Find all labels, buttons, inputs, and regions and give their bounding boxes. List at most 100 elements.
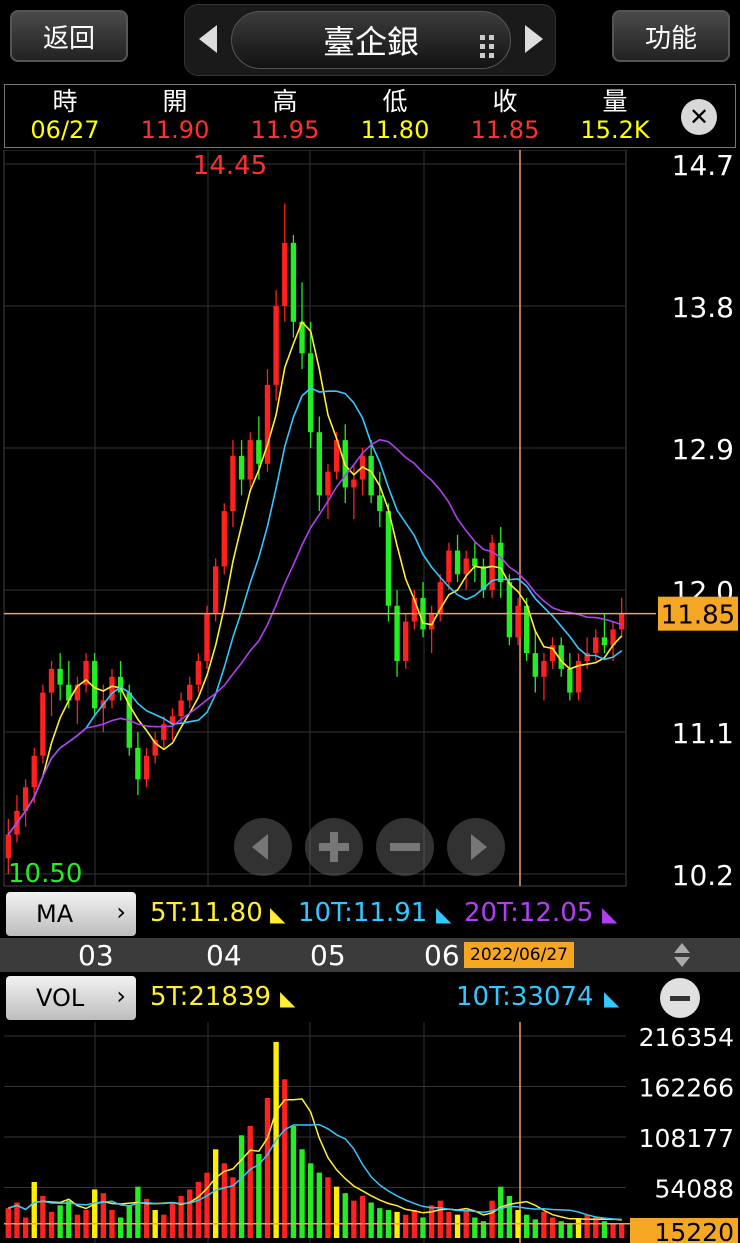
quote-label: 收	[492, 87, 518, 116]
candlestick	[143, 747, 150, 788]
quote-value: 11.80	[360, 116, 430, 144]
volume-bar	[135, 1186, 141, 1238]
collapse-volume-icon[interactable]	[660, 978, 700, 1018]
candlestick	[161, 716, 167, 748]
volume-bar	[532, 1219, 538, 1238]
candlestick	[549, 637, 556, 669]
next-stock-icon[interactable]	[525, 25, 543, 53]
candlestick	[57, 653, 63, 701]
quote-value: 11.95	[250, 116, 320, 144]
function-button[interactable]: 功能	[612, 10, 730, 62]
candlestick	[92, 653, 98, 717]
zoom-in-button[interactable]	[305, 818, 363, 876]
candlestick	[195, 653, 202, 693]
volume-bar	[619, 1223, 625, 1238]
min-price-label: 10.50	[8, 859, 82, 889]
volume-bar	[333, 1186, 340, 1238]
candlestick	[221, 503, 227, 575]
stock-title[interactable]: 臺企銀	[231, 11, 511, 69]
volume-bar	[316, 1172, 322, 1238]
ma-indicator-button[interactable]: MA ›	[6, 892, 136, 936]
ma-button-label: MA	[36, 900, 74, 928]
volume-bar	[195, 1181, 202, 1238]
y-tick-label: 108177	[639, 1124, 734, 1153]
volume-bar	[506, 1195, 513, 1238]
stock-selector: 臺企銀	[184, 4, 556, 76]
volume-bar	[31, 1181, 37, 1238]
volume-bar	[14, 1202, 20, 1238]
volume-bar	[420, 1217, 426, 1238]
selected-date-tag: 2022/06/27	[464, 942, 574, 968]
month-label: 05	[310, 939, 346, 972]
volume-bar	[351, 1200, 357, 1238]
volume-bar	[92, 1189, 98, 1238]
month-label: 04	[206, 939, 242, 972]
y-tick-label: 162266	[639, 1073, 734, 1102]
volume-bar	[100, 1193, 107, 1238]
candlestick	[385, 503, 392, 622]
volume-bar	[325, 1177, 331, 1238]
quote-time: 時 06/27	[10, 85, 120, 145]
volume-bar	[117, 1217, 124, 1238]
quote-high: 高 11.95	[230, 85, 340, 145]
close-icon[interactable]: ✕	[681, 99, 717, 135]
quote-value: 15.2K	[580, 116, 650, 144]
volume-chart[interactable]: 216354 162266 108177 54088 15220	[0, 1022, 740, 1243]
scroll-left-button[interactable]	[234, 818, 292, 876]
candlestick	[31, 747, 37, 803]
y-tick-label: 12.9	[672, 433, 734, 466]
candlestick	[498, 526, 504, 598]
candlestick	[394, 590, 400, 677]
volume-bar	[57, 1205, 63, 1238]
candlestick	[212, 558, 219, 622]
y-tick-label: 14.7	[672, 150, 734, 182]
volume-bar	[256, 1153, 262, 1238]
candlestick	[575, 653, 582, 701]
volume-bar	[523, 1214, 530, 1238]
volume-bar	[454, 1214, 461, 1238]
timeline-bar[interactable]: 03 04 05 06	[0, 938, 740, 972]
volume-bar	[22, 1217, 29, 1238]
drag-handle-icon[interactable]	[480, 29, 498, 58]
vol-ma5-marker-icon: ◣	[280, 986, 296, 1010]
volume-bar	[143, 1198, 150, 1238]
y-tick-label: 216354	[639, 1023, 734, 1052]
candlestick	[109, 668, 115, 709]
quote-value: 06/27	[30, 116, 100, 144]
volume-bar	[264, 1097, 271, 1238]
top-bar: 返回 臺企銀 功能	[0, 0, 740, 80]
current-volume-label: 15220	[654, 1218, 734, 1243]
candlestick	[619, 597, 625, 638]
candlestick	[541, 653, 547, 701]
quote-label: 時	[52, 87, 78, 116]
candlestick	[437, 574, 443, 622]
candlestick	[152, 732, 158, 764]
volume-bar	[290, 1125, 297, 1238]
candlestick	[532, 629, 538, 693]
ma20-marker-icon: ◣	[602, 902, 618, 926]
volume-bar	[567, 1223, 573, 1238]
ma5-legend: 5T:11.80	[150, 898, 263, 928]
volume-bar	[247, 1125, 253, 1238]
quote-label: 量	[602, 87, 628, 116]
previous-stock-icon[interactable]	[199, 25, 217, 53]
volume-bar	[212, 1149, 219, 1238]
candlestick	[480, 558, 487, 598]
volume-bar	[549, 1217, 556, 1238]
candlestick	[187, 676, 193, 709]
current-price-label: 11.85	[661, 601, 735, 631]
volume-bar	[299, 1149, 305, 1238]
ma10-marker-icon: ◣	[436, 902, 452, 926]
vol-indicator-button[interactable]: VOL ›	[6, 976, 136, 1020]
candlestick	[204, 605, 210, 669]
expand-collapse-icon[interactable]	[672, 942, 692, 972]
volume-bar	[359, 1195, 366, 1238]
zoom-out-button[interactable]	[376, 818, 434, 876]
month-label: 06	[424, 939, 460, 972]
price-chart[interactable]: 14.713.812.912.011.110.211.8514.4510.50	[0, 150, 740, 890]
back-button[interactable]: 返回	[10, 10, 128, 62]
scroll-right-button[interactable]	[447, 818, 505, 876]
quote-panel: 時 06/27 開 11.90 高 11.95 低 11.80 收 11.85 …	[4, 84, 736, 148]
volume-bar	[126, 1205, 132, 1238]
candlestick	[325, 463, 331, 519]
